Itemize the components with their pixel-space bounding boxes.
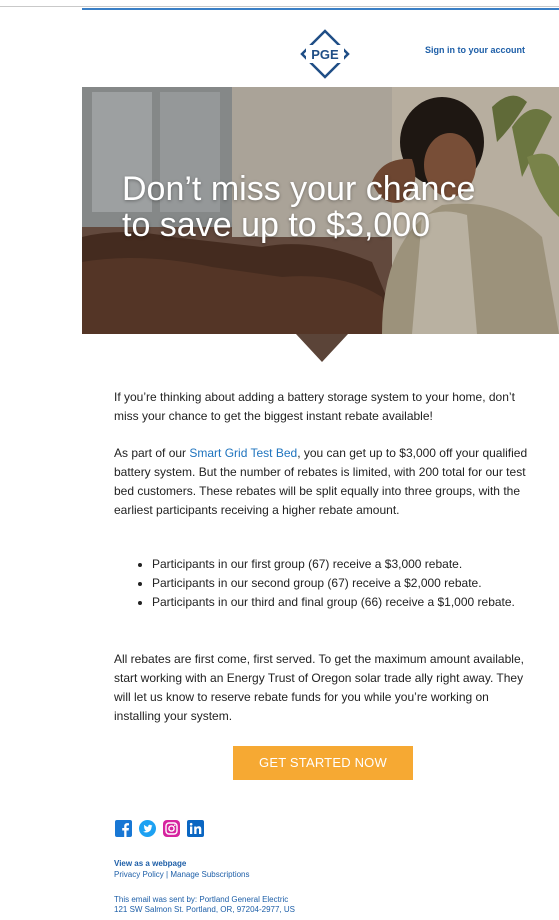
list-item: Participants in our third and final grou… [152,593,559,612]
address-text: 121 SW Salmon St. Portland, OR, 97204-29… [114,905,295,914]
top-divider [0,6,559,7]
view-as-webpage-link[interactable]: View as a webpage [114,859,186,868]
intro-paragraph: If you’re thinking about adding a batter… [114,390,515,423]
list-item: Participants in our first group (67) rec… [152,555,559,574]
linkedin-icon[interactable] [187,820,204,837]
footer-separator: | [166,870,169,879]
footer-sender-info: This email was sent by: Portland General… [114,895,534,915]
privacy-policy-link[interactable]: Privacy Policy [114,870,164,879]
logo-text: PGE [311,47,339,62]
hero-pointer-arrow [296,334,348,362]
hero-headline-line2: to save up to $3,000 [122,206,431,244]
email-header: PGE Sign in to your account [82,10,559,86]
twitter-icon[interactable] [139,820,156,837]
hero-headline-line1: Don’t miss your chance [122,170,476,208]
sent-by-text: This email was sent by: Portland General… [114,895,289,904]
list-item: Participants in our second group (67) re… [152,574,559,593]
instagram-icon[interactable] [163,820,180,837]
pge-logo-mark: PGE [300,29,350,79]
pge-logo[interactable]: PGE [300,29,350,79]
facebook-icon[interactable] [115,820,132,837]
sign-in-link[interactable]: Sign in to your account [425,45,525,55]
closing-paragraph: All rebates are first come, first served… [114,652,524,723]
get-started-button[interactable]: GET STARTED NOW [233,746,413,780]
smart-grid-test-bed-link[interactable]: Smart Grid Test Bed [189,446,297,460]
manage-subscriptions-link[interactable]: Manage Subscriptions [170,870,249,879]
rebate-tiers-list: Participants in our first group (67) rec… [114,555,559,612]
hero-headline: Don’t miss your chance to save up to $3,… [122,171,542,243]
hero-banner: Don’t miss your chance to save up to $3,… [82,87,559,334]
details-text-before: As part of our [114,446,190,460]
footer-links: View as a webpage Privacy Policy | Manag… [114,858,534,880]
social-links [115,820,204,840]
details-paragraph: As part of our Smart Grid Test Bed, you … [114,444,532,520]
